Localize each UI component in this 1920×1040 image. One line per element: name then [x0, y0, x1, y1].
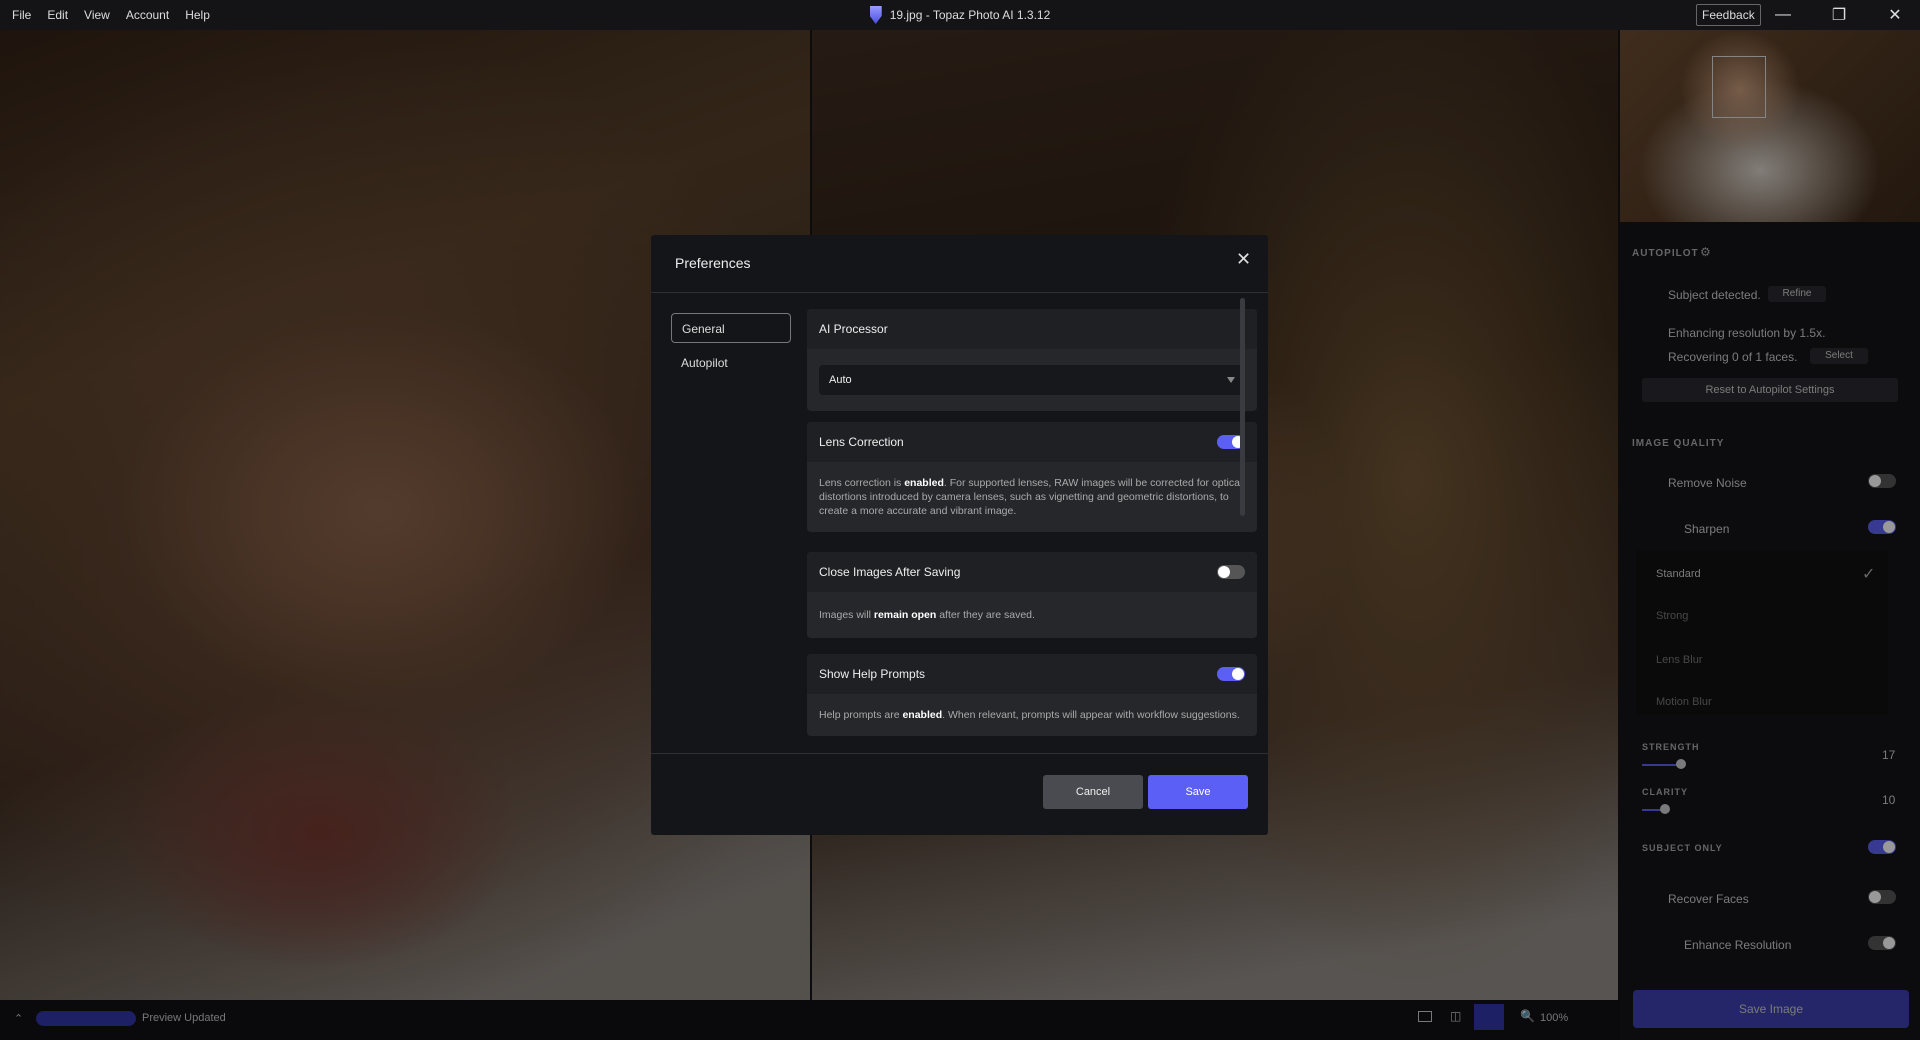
nav-autopilot[interactable]: Autopilot	[671, 348, 791, 378]
enhance-resolution-toggle[interactable]	[1868, 936, 1896, 950]
help-prompts-label: Show Help Prompts	[819, 667, 926, 681]
lens-correction-description: Lens correction is enabled. For supporte…	[819, 477, 1243, 517]
scrollbar[interactable]	[1240, 298, 1245, 516]
preview-status: Preview Updated	[142, 1012, 226, 1024]
recovering-text: Recovering 0 of 1 faces.	[1668, 350, 1798, 364]
zoom-icon[interactable]: 🔍	[1520, 1009, 1535, 1023]
close-images-description: Images will remain open after they are s…	[819, 609, 1035, 621]
expand-up-icon[interactable]: ⌃	[14, 1012, 23, 1025]
nav-general[interactable]: General	[671, 313, 791, 343]
mode-strong[interactable]: Strong	[1656, 610, 1688, 622]
recover-faces-label: Recover Faces	[1668, 892, 1749, 906]
recover-faces-toggle[interactable]	[1868, 890, 1896, 904]
title-bar: File Edit View Account Help	[0, 0, 1920, 30]
help-prompts-toggle[interactable]	[1217, 667, 1245, 681]
enhancing-text: Enhancing resolution by 1.5x.	[1668, 326, 1826, 340]
menu-account[interactable]: Account	[118, 8, 177, 22]
autopilot-heading: AUTOPILOT	[1632, 248, 1699, 259]
sharpen-label: Sharpen	[1684, 522, 1730, 536]
menu-file[interactable]: File	[4, 8, 39, 22]
enhance-resolution-label: Enhance Resolution	[1684, 938, 1792, 952]
menu-help[interactable]: Help	[177, 8, 218, 22]
menu-view[interactable]: View	[76, 8, 118, 22]
close-window-icon[interactable]: ✕	[1872, 0, 1918, 30]
feedback-button[interactable]: Feedback	[1696, 4, 1761, 26]
refine-button[interactable]: Refine	[1768, 286, 1826, 302]
subject-only-label: SUBJECT ONLY	[1642, 843, 1723, 853]
save-button[interactable]: Save	[1148, 775, 1248, 809]
lens-correction-label: Lens Correction	[819, 435, 904, 449]
chevron-down-icon	[1227, 377, 1235, 383]
remove-noise-label: Remove Noise	[1668, 476, 1747, 490]
ai-processor-select[interactable]: Auto	[819, 365, 1245, 395]
ai-processor-card: AI Processor Auto	[807, 309, 1257, 411]
close-images-card: Close Images After Saving Images will re…	[807, 552, 1257, 638]
sharpen-toggle[interactable]	[1868, 520, 1896, 534]
clarity-value[interactable]: 10	[1882, 793, 1895, 807]
dialog-title: Preferences	[675, 255, 751, 271]
minimize-icon[interactable]: —	[1760, 0, 1806, 30]
restore-icon[interactable]: ❐	[1816, 0, 1862, 30]
subject-detected: Subject detected.	[1668, 288, 1761, 302]
status-bar: ⌃ Preview Updated ◫ 🔍 100%	[0, 1000, 1620, 1040]
footer-divider	[651, 753, 1268, 754]
split-view-icon[interactable]: ◫	[1450, 1009, 1461, 1023]
ai-processor-label: AI Processor	[819, 322, 888, 336]
menu-edit[interactable]: Edit	[39, 8, 76, 22]
help-prompts-card: Show Help Prompts Help prompts are enabl…	[807, 654, 1257, 736]
sharpen-mode-list: Standard ✓ Strong Lens Blur Motion Blur	[1636, 550, 1888, 715]
strength-value[interactable]: 17	[1882, 748, 1895, 762]
mode-standard[interactable]: Standard	[1656, 568, 1701, 580]
close-images-toggle[interactable]	[1217, 565, 1245, 579]
ai-processor-value: Auto	[829, 374, 852, 386]
clarity-label: CLARITY	[1642, 787, 1688, 797]
cancel-button[interactable]: Cancel	[1043, 775, 1143, 809]
subject-only-toggle[interactable]	[1868, 840, 1896, 854]
mode-motion-blur[interactable]: Motion Blur	[1656, 696, 1712, 708]
close-icon[interactable]: ✕	[1236, 249, 1251, 270]
image-quality-heading: IMAGE QUALITY	[1632, 438, 1725, 449]
ai-processor-title: AI Processor	[807, 309, 1257, 349]
reset-autopilot-button[interactable]: Reset to Autopilot Settings	[1642, 378, 1898, 402]
remove-noise-toggle[interactable]	[1868, 474, 1896, 488]
settings-scroll-area[interactable]: AI Processor Auto Lens Correction Lens c…	[807, 293, 1267, 753]
lens-correction-card: Lens Correction Lens correction is enabl…	[807, 422, 1257, 532]
save-image-button[interactable]: Save Image	[1633, 990, 1909, 1028]
select-faces-button[interactable]: Select	[1810, 348, 1868, 364]
zoom-level[interactable]: 100%	[1540, 1012, 1568, 1024]
autopilot-settings-gear-icon[interactable]: ⚙	[1700, 245, 1711, 259]
side-by-side-view-icon[interactable]	[1474, 1004, 1504, 1030]
right-panel: AUTOPILOT ⚙ Subject detected. Refine Enh…	[1620, 30, 1920, 1040]
navigator-thumbnail[interactable]	[1620, 30, 1920, 222]
close-images-label: Close Images After Saving	[819, 565, 961, 579]
check-icon: ✓	[1862, 566, 1876, 583]
preferences-dialog: Preferences ✕ General Autopilot AI Proce…	[651, 235, 1268, 835]
single-view-icon[interactable]	[1418, 1011, 1432, 1022]
viewport-box[interactable]	[1712, 56, 1766, 118]
clarity-slider-handle[interactable]	[1660, 804, 1670, 814]
help-prompts-description: Help prompts are enabled. When relevant,…	[819, 709, 1240, 721]
mode-lens-blur[interactable]: Lens Blur	[1656, 654, 1702, 666]
strength-label: STRENGTH	[1642, 742, 1700, 752]
preview-progress-bar	[36, 1011, 136, 1026]
strength-slider-handle[interactable]	[1676, 759, 1686, 769]
